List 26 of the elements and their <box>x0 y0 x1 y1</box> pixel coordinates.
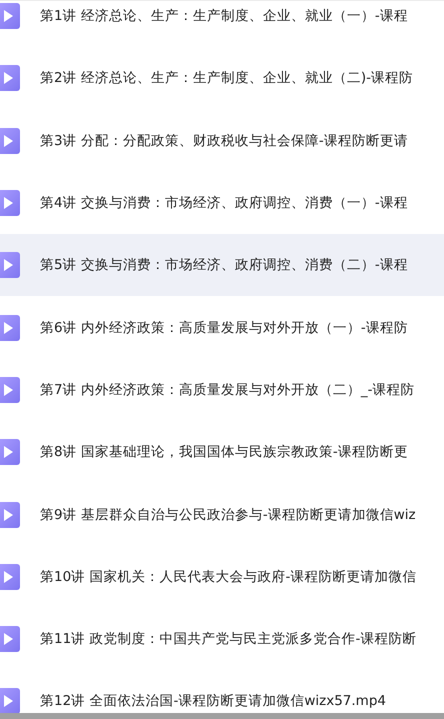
file-row[interactable]: 第1讲 经济总论、生产：生产制度、企业、就业（一）-课程 <box>0 1 444 48</box>
file-row[interactable]: 第6讲 内外经济政策：高质量发展与对外开放（一）-课程防 <box>0 296 444 359</box>
file-name: 第2讲 经济总论、生产：生产制度、企业、就业（二)-课程防 <box>40 69 414 88</box>
file-row[interactable]: 第8讲 国家基础理论，我国国体与民族宗教政策-课程防断更 <box>0 421 444 484</box>
file-row[interactable]: 第9讲 基层群众自治与公民政治参与-课程防断更请加微信wiz <box>0 483 444 546</box>
file-name: 第6讲 内外经济政策：高质量发展与对外开放（一）-课程防 <box>40 318 408 337</box>
file-row[interactable]: 第11讲 政党制度：中国共产党与民主党派多党合作-课程防断 <box>0 608 444 670</box>
file-name: 第8讲 国家基础理论，我国国体与民族宗教政策-课程防断更 <box>40 443 408 462</box>
file-row[interactable]: 第3讲 分配：分配政策、财政税收与社会保障-课程防断更请 <box>0 110 444 172</box>
file-row[interactable]: 第12讲 全面依法治国-课程防断更请加微信wizx57.mp4 <box>0 670 444 713</box>
file-row[interactable]: 第4讲 交换与消费：市场经济、政府调控、消费（一）-课程 <box>0 172 444 234</box>
video-file-icon <box>0 252 20 278</box>
file-name: 第3讲 分配：分配政策、财政税收与社会保障-课程防断更请 <box>40 132 408 150</box>
file-name: 第4讲 交换与消费：市场经济、政府调控、消费（一）-课程 <box>40 194 408 212</box>
file-row[interactable]: 第7讲 内外经济政策：高质量发展与对外开放（二）_-课程防 <box>0 358 444 422</box>
file-row[interactable]: 第10讲 国家机关：人民代表大会与政府-课程防断更请加微信 <box>0 546 444 608</box>
file-name: 第1讲 经济总论、生产：生产制度、企业、就业（一）-课程 <box>40 7 408 26</box>
file-row[interactable]: 第5讲 交换与消费：市场经济、政府调控、消费（二）-课程 <box>0 234 444 296</box>
file-row[interactable]: 第2讲 经济总论、生产：生产制度、企业、就业（二)-课程防 <box>0 47 444 110</box>
file-name: 第10讲 国家机关：人民代表大会与政府-课程防断更请加微信 <box>40 568 416 586</box>
file-name: 第7讲 内外经济政策：高质量发展与对外开放（二）_-课程防 <box>40 380 415 399</box>
file-name: 第5讲 交换与消费：市场经济、政府调控、消费（二）-课程 <box>40 256 408 274</box>
file-name: 第11讲 政党制度：中国共产党与民主党派多党合作-课程防断 <box>40 630 416 648</box>
scrollbar[interactable] <box>0 713 444 719</box>
file-name: 第9讲 基层群众自治与公民政治参与-课程防断更请加微信wiz <box>40 506 416 524</box>
file-name: 第12讲 全面依法治国-课程防断更请加微信wizx57.mp4 <box>40 692 386 710</box>
